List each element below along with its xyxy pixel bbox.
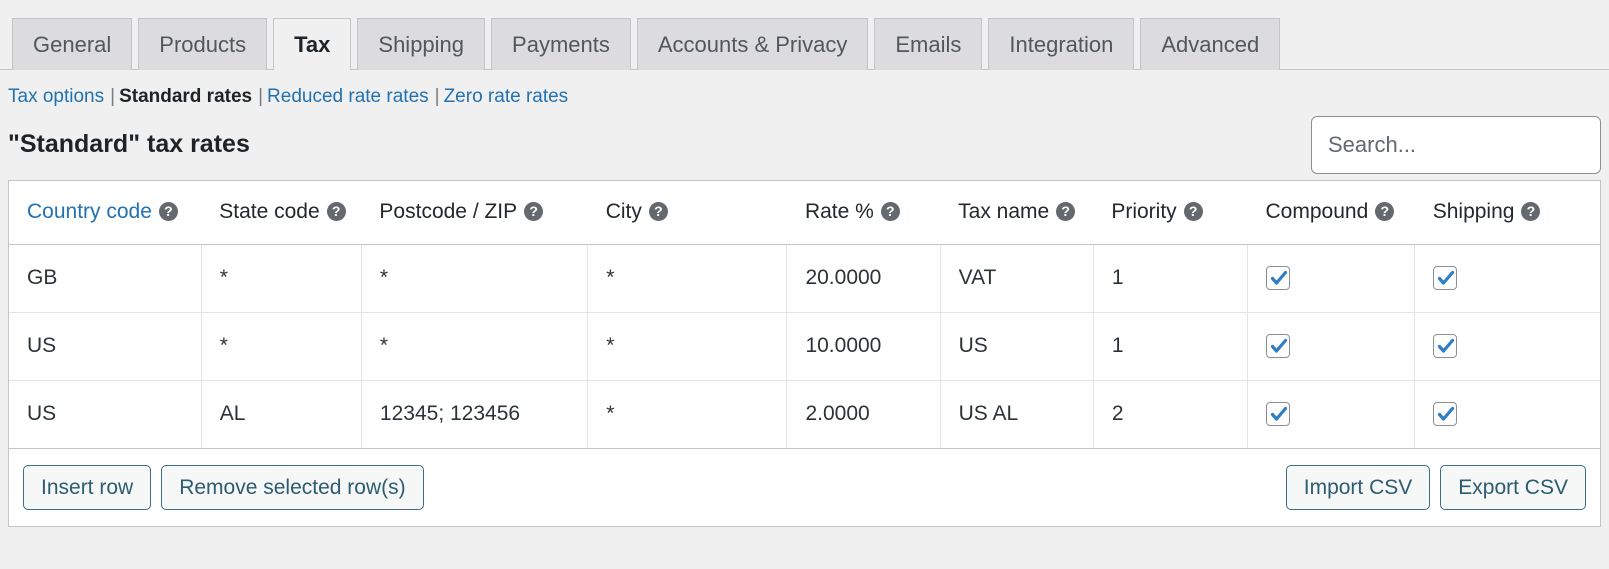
remove-selected-rows-button[interactable]: Remove selected row(s) xyxy=(161,465,424,510)
cell-shipping-checkbox[interactable] xyxy=(1414,312,1600,381)
column-header-priority: Priority? xyxy=(1093,181,1248,245)
help-icon[interactable]: ? xyxy=(648,202,668,222)
column-header-label: Postcode / ZIP xyxy=(379,200,518,224)
tax-rates-table: Country code? State code? Postcode / ZIP? C… xyxy=(9,181,1600,448)
table-row[interactable]: GB * * * 20.0000 VAT 1 xyxy=(9,244,1600,313)
cell-postcode[interactable]: * xyxy=(361,312,589,381)
column-header-country-code: Country code? xyxy=(9,181,202,245)
cell-tax-name[interactable]: US xyxy=(940,312,1094,381)
column-header-compound: Compound? xyxy=(1247,181,1415,245)
column-header-label: Compound xyxy=(1265,200,1369,224)
tab-general[interactable]: General xyxy=(12,18,133,70)
cell-postcode[interactable]: 12345; 123456 xyxy=(361,380,589,448)
tax-rates-table-container: Country code? State code? Postcode / ZIP? C… xyxy=(8,180,1601,527)
column-header-postcode-zip: Postcode / ZIP? xyxy=(361,181,588,245)
table-footer: Insert row Remove selected row(s) Import… xyxy=(9,448,1600,526)
subnav-item-tax-options[interactable]: Tax options xyxy=(8,86,104,107)
checkbox-compound[interactable] xyxy=(1266,334,1291,359)
cell-city[interactable]: * xyxy=(587,244,788,313)
cell-country-code[interactable]: US xyxy=(9,312,202,381)
table-row[interactable]: US AL 12345; 123456 * 2.0000 US AL 2 xyxy=(9,380,1600,448)
subnav-item-standard-rates: Standard rates xyxy=(119,86,253,107)
tab-payments[interactable]: Payments xyxy=(491,18,631,70)
cell-state-code[interactable]: * xyxy=(201,244,362,313)
cell-shipping-checkbox[interactable] xyxy=(1414,244,1600,313)
subnav-separator: | xyxy=(258,86,264,107)
column-header-label: City xyxy=(605,200,642,224)
cell-state-code[interactable]: * xyxy=(201,312,362,381)
cell-compound-checkbox[interactable] xyxy=(1247,312,1416,381)
help-icon[interactable]: ? xyxy=(326,202,346,222)
help-icon[interactable]: ? xyxy=(1183,202,1203,222)
cell-state-code[interactable]: AL xyxy=(201,380,362,448)
tax-subnav: Tax options | Standard rates | Reduced rate … xyxy=(0,70,1609,108)
column-header-label[interactable]: Country code xyxy=(27,200,152,223)
cell-compound-checkbox[interactable] xyxy=(1247,244,1416,313)
cell-tax-name[interactable]: US AL xyxy=(940,380,1094,448)
help-icon[interactable]: ? xyxy=(880,202,900,222)
cell-rate[interactable]: 10.0000 xyxy=(786,312,941,381)
column-header-label: Tax name xyxy=(958,200,1050,224)
table-row[interactable]: US * * * 10.0000 US 1 xyxy=(9,312,1600,381)
cell-rate[interactable]: 2.0000 xyxy=(786,380,941,448)
search-wrap xyxy=(1311,116,1601,174)
table-head: Country code? State code? Postcode / ZIP? C… xyxy=(9,181,1600,245)
subnav-item-zero-rate-rates[interactable]: Zero rate rates xyxy=(444,86,569,107)
column-header-rate: Rate %? xyxy=(786,181,941,245)
checkbox-shipping[interactable] xyxy=(1433,334,1458,359)
import-csv-button[interactable]: Import CSV xyxy=(1285,465,1431,510)
column-header-state-code: State code? xyxy=(201,181,362,245)
checkbox-compound[interactable] xyxy=(1266,402,1291,427)
subnav-item-reduced-rate-rates[interactable]: Reduced rate rates xyxy=(267,86,429,107)
title-row: "Standard" tax rates xyxy=(0,108,1609,180)
tab-shipping[interactable]: Shipping xyxy=(357,18,486,70)
search-input[interactable] xyxy=(1311,116,1601,174)
footer-right-actions: Import CSV Export CSV xyxy=(1285,465,1586,510)
cell-compound-checkbox[interactable] xyxy=(1247,380,1416,448)
column-header-shipping: Shipping? xyxy=(1414,181,1600,245)
tab-integration[interactable]: Integration xyxy=(988,18,1135,70)
tab-products[interactable]: Products xyxy=(138,18,268,70)
column-header-label: Priority xyxy=(1111,200,1177,224)
settings-tab-bar: General Products Tax Shipping Payments Accoun… xyxy=(0,0,1609,70)
help-icon[interactable]: ? xyxy=(158,202,178,222)
cell-country-code[interactable]: GB xyxy=(9,244,202,313)
column-header-tax-name: Tax name? xyxy=(940,181,1094,245)
cell-tax-name[interactable]: VAT xyxy=(940,244,1094,313)
table-header-row: Country code? State code? Postcode / ZIP? C… xyxy=(9,181,1600,245)
checkbox-compound[interactable] xyxy=(1266,266,1291,291)
checkbox-shipping[interactable] xyxy=(1433,266,1458,291)
column-header-label: State code xyxy=(219,200,320,224)
column-header-label: Shipping xyxy=(1432,200,1515,224)
export-csv-button[interactable]: Export CSV xyxy=(1440,465,1586,510)
cell-country-code[interactable]: US xyxy=(9,380,202,448)
help-icon[interactable]: ? xyxy=(524,202,544,222)
cell-city[interactable]: * xyxy=(587,312,788,381)
subnav-separator: | xyxy=(434,86,440,107)
cell-rate[interactable]: 20.0000 xyxy=(786,244,941,313)
help-icon[interactable]: ? xyxy=(1375,202,1395,222)
table-body: GB * * * 20.0000 VAT 1 US * * * 10.0000 US 1 US AL 12345… xyxy=(9,244,1600,448)
subnav-separator: | xyxy=(110,86,116,107)
column-header-city: City? xyxy=(587,181,787,245)
tab-tax[interactable]: Tax xyxy=(273,18,352,70)
cell-priority[interactable]: 1 xyxy=(1093,312,1249,381)
tab-emails[interactable]: Emails xyxy=(874,18,983,70)
cell-shipping-checkbox[interactable] xyxy=(1415,380,1600,448)
help-icon[interactable]: ? xyxy=(1056,202,1076,222)
page-title: "Standard" tax rates xyxy=(8,130,250,158)
column-header-label: Rate % xyxy=(804,200,874,224)
checkbox-shipping[interactable] xyxy=(1433,402,1458,427)
footer-left-actions: Insert row Remove selected row(s) xyxy=(23,465,424,510)
cell-postcode[interactable]: * xyxy=(361,244,589,313)
cell-priority[interactable]: 2 xyxy=(1093,380,1249,448)
help-icon[interactable]: ? xyxy=(1521,202,1541,222)
tab-advanced[interactable]: Advanced xyxy=(1140,18,1281,70)
insert-row-button[interactable]: Insert row xyxy=(23,465,152,510)
cell-priority[interactable]: 1 xyxy=(1093,244,1249,313)
cell-city[interactable]: * xyxy=(587,380,788,448)
tab-accounts-privacy[interactable]: Accounts & Privacy xyxy=(636,18,869,70)
